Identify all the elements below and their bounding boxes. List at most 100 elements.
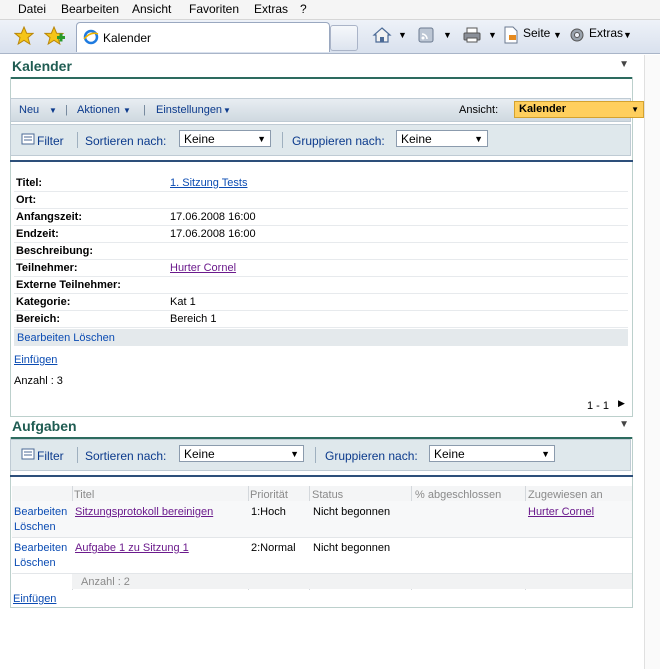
group-label: Gruppieren nach: [292,134,385,148]
sort-select[interactable]: Keine ▼ [179,130,271,147]
item-count: Anzahl : 3 [14,375,63,387]
field-row-participants: Teilnehmer: Hurter Cornel [14,260,628,277]
view-label: Ansicht: [459,104,499,116]
settings-dropdown-icon[interactable]: ▼ [223,106,231,115]
print-dropdown-icon[interactable]: ▼ [488,30,497,40]
separator [77,132,78,148]
task-status: Nicht begonnen [313,542,391,554]
group-select[interactable]: Keine ▼ [429,445,555,462]
home-icon[interactable] [372,26,392,44]
scrollbar-track[interactable] [644,55,660,669]
menu-help[interactable]: ? [300,2,307,16]
filter-button[interactable]: Filter [37,134,64,148]
actions-dropdown-icon[interactable]: ▼ [123,106,131,115]
row-delete-link[interactable]: Löschen [14,557,56,569]
menu-ansicht[interactable]: Ansicht [132,2,171,16]
page-menu[interactable]: Seite [523,26,550,40]
calendar-webpart-title: Kalender ▼ [10,57,633,79]
chevron-down-icon: ▼ [257,134,266,144]
filter-button[interactable]: Filter [37,449,64,463]
field-row-title: Titel: 1. Sitzung Tests [14,175,628,192]
task-title-link[interactable]: Sitzungsprotokoll bereinigen [75,506,213,518]
task-title-link[interactable]: Aufgabe 1 zu Sitzung 1 [75,542,189,554]
extras-dropdown-icon[interactable]: ▼ [623,30,632,40]
divider [10,475,633,477]
sort-select[interactable]: Keine ▼ [179,445,304,462]
column-header-percent[interactable]: % abgeschlossen [415,489,501,501]
new-menu[interactable]: Neu [19,104,39,116]
column-header-priority[interactable]: Priorität [250,489,288,501]
task-status: Nicht begonnen [313,506,391,518]
favorites-star-icon[interactable] [14,26,34,46]
home-dropdown-icon[interactable]: ▼ [398,30,407,40]
paging-info: 1 - 1 [587,400,610,412]
row-edit-link[interactable]: Bearbeiten [14,506,67,518]
participant-link[interactable]: Hurter Cornel [170,262,236,276]
page-dropdown-icon[interactable]: ▼ [553,30,562,40]
field-row-start: Anfangszeit: 17.06.2008 16:00 [14,209,628,226]
feeds-dropdown-icon[interactable]: ▼ [443,30,452,40]
field-label: Externe Teilnehmer: [16,279,121,291]
row-delete-link[interactable]: Löschen [14,521,56,533]
field-value: 17.06.2008 16:00 [170,211,256,223]
field-label: Kategorie: [16,296,71,308]
field-value [170,245,626,259]
event-title-link[interactable]: 1. Sitzung Tests [170,177,626,191]
field-row-location: Ort: [14,192,628,209]
field-value: Bereich 1 [170,313,217,325]
extras-menu[interactable]: Extras [589,26,623,40]
new-tab-button[interactable] [330,25,358,51]
insert-task-link[interactable]: Einfügen [13,593,56,605]
add-favorite-icon[interactable] [44,26,66,46]
field-label: Ort: [16,194,37,206]
field-value [170,194,626,208]
group-value: Keine [434,447,465,461]
row-edit-link[interactable]: Bearbeiten [14,542,67,554]
gear-icon[interactable] [568,26,586,44]
sort-value: Keine [184,132,215,146]
filter-icon[interactable] [21,447,37,461]
webpart-menu-icon[interactable]: ▼ [619,59,629,70]
menu-extras[interactable]: Extras [254,2,288,16]
menu-bearbeiten[interactable]: Bearbeiten [61,2,119,16]
webpart-menu-icon[interactable]: ▼ [619,419,629,430]
column-header-title[interactable]: Titel [74,489,94,501]
field-row-description: Beschreibung: [14,243,628,260]
calendar-title: Kalender [12,58,72,74]
tab-kalender[interactable]: Kalender [76,22,330,52]
tasks-filter-bar: Filter Sortieren nach: Keine ▼ Gruppiere… [10,439,631,471]
chevron-down-icon: ▼ [474,134,483,144]
field-label: Teilnehmer: [16,262,78,274]
separator: | [143,104,146,116]
edit-delete-bar: Bearbeiten Löschen [14,329,628,346]
view-selector[interactable]: Kalender ▼ [514,101,644,118]
ie-page-icon [83,29,99,45]
insert-link[interactable]: Einfügen [14,354,57,366]
group-value: Keine [401,132,432,146]
menu-favoriten[interactable]: Favoriten [189,2,239,16]
print-icon[interactable] [462,26,482,44]
next-page-icon[interactable]: ▶ [618,398,625,409]
sort-value: Keine [184,447,215,461]
task-assigned-link[interactable]: Hurter Cornel [528,506,594,518]
group-select[interactable]: Keine ▼ [396,130,488,147]
column-header-assigned[interactable]: Zugewiesen an [528,489,603,501]
page-icon[interactable] [503,26,519,44]
filter-icon[interactable] [21,132,37,146]
field-label: Bereich: [16,313,61,325]
column-header-status[interactable]: Status [312,489,343,501]
tab-title: Kalender [103,31,152,45]
field-value: 17.06.2008 16:00 [170,228,256,240]
actions-menu[interactable]: Aktionen [77,104,120,116]
new-dropdown-icon[interactable]: ▼ [49,106,57,115]
edit-delete-link[interactable]: Bearbeiten Löschen [17,332,115,344]
field-label: Titel: [16,177,43,189]
menu-datei[interactable]: Datei [18,2,46,16]
settings-menu[interactable]: Einstellungen [156,104,222,116]
separator [282,132,283,148]
field-value: Kat 1 [170,296,196,308]
feeds-icon[interactable] [418,27,434,43]
separator [77,447,78,463]
task-priority: 2:Normal [251,542,296,554]
task-count: Anzahl : 2 [81,576,130,588]
